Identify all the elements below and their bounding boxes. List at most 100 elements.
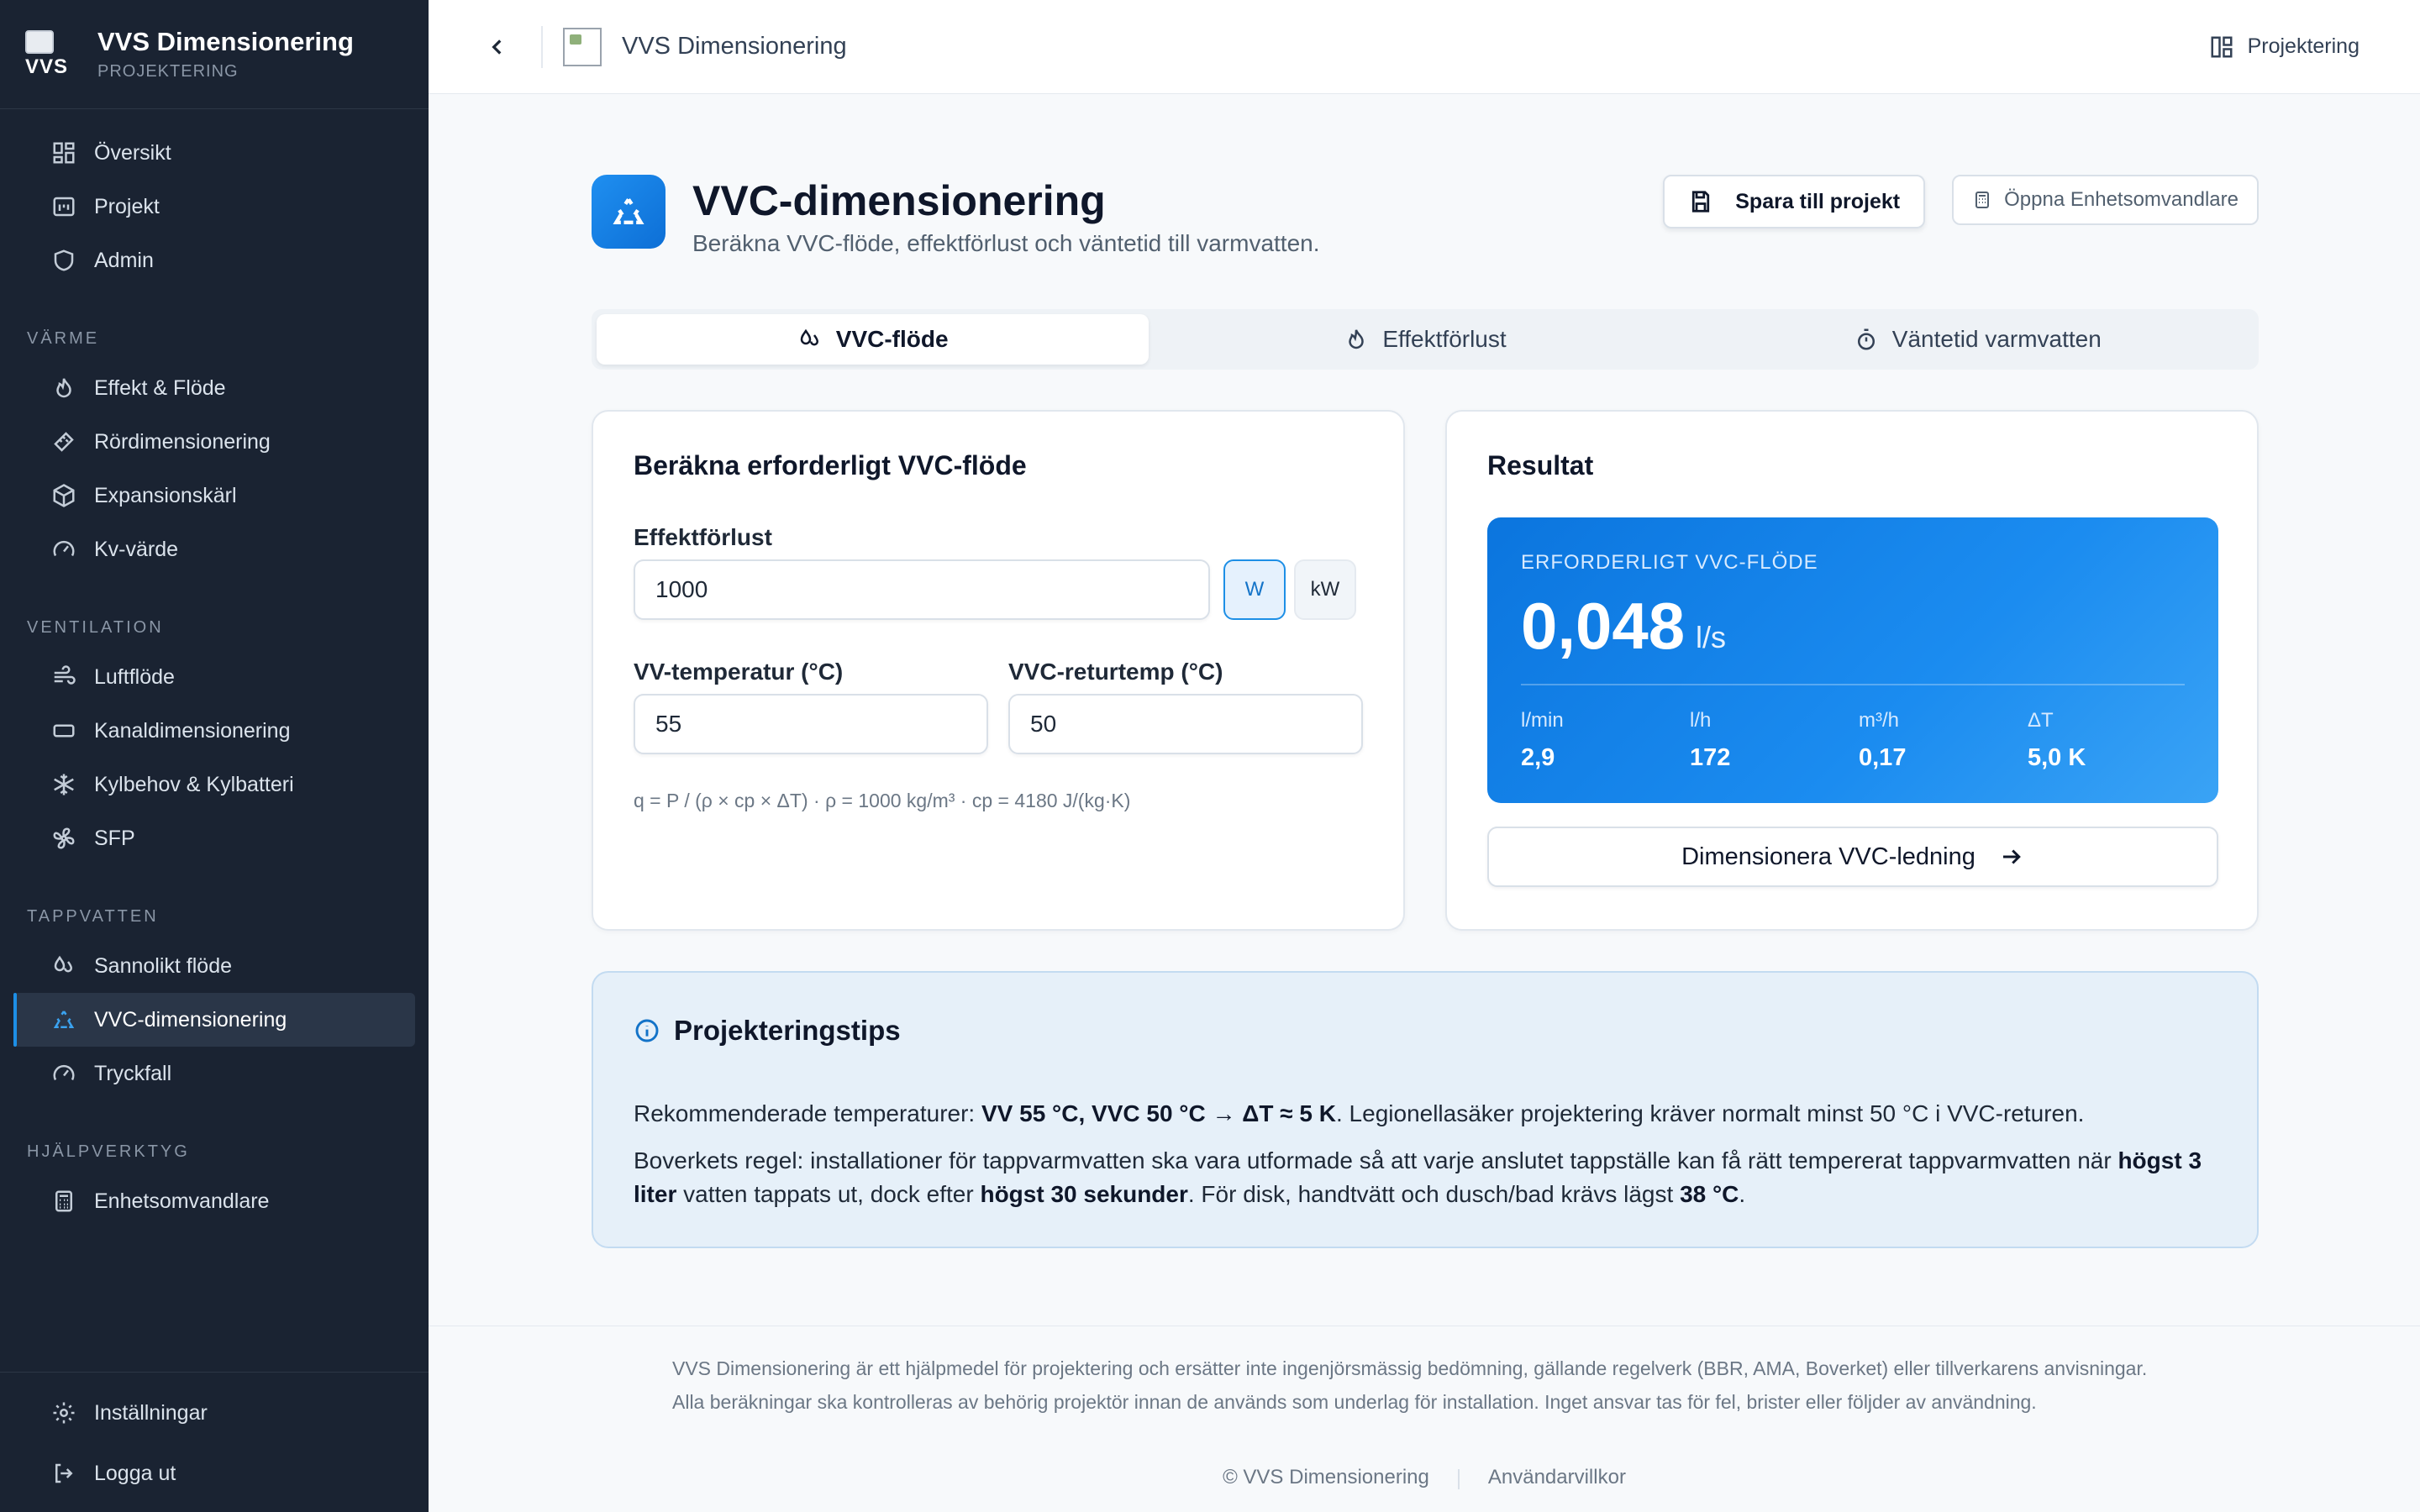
layout-icon: [2211, 36, 2233, 57]
tab-effektforlust[interactable]: Effektförlust: [1149, 314, 1701, 365]
effekt-input[interactable]: 1000: [634, 559, 1210, 620]
formula-text: q = P / (ρ × cp × ΔT) · ρ = 1000 kg/m³ ·…: [634, 790, 1131, 811]
sidebar-item-label: Logga ut: [94, 1461, 176, 1485]
vvc-temp-input[interactable]: 50: [1008, 694, 1363, 754]
logo-image-icon: [25, 29, 54, 54]
vv-temp-label: VV-temperatur (°C): [634, 659, 844, 685]
sidebar-item-label: Inställningar: [94, 1400, 208, 1425]
sidebar: VVS VVS Dimensionering PROJEKTERING Över…: [0, 0, 429, 1512]
snowflake-icon: [50, 771, 77, 798]
fan-icon: [50, 825, 77, 852]
sidebar-nav: Översikt Projekt Admin VÄRME Effekt & Fl…: [0, 109, 429, 1228]
sidebar-item-oversikt[interactable]: Översikt: [13, 126, 415, 180]
section-title-ventilation: VENTILATION: [27, 618, 164, 637]
page-title: VVC-dimensionering: [692, 177, 1106, 224]
main-content: VVC-dimensionering Beräkna VVC-flöde, ef…: [592, 173, 2259, 1248]
broken-image-icon: [563, 27, 602, 66]
stat-delta-t: ΔT 5,0 K: [2028, 709, 2086, 772]
sidebar-item-admin[interactable]: Admin: [13, 234, 415, 287]
tab-label: VVC-flöde: [835, 326, 949, 352]
tips-paragraph-1: Rekommenderade temperaturer: VV 55 °C, V…: [634, 1097, 2217, 1131]
tab-label: Effektförlust: [1382, 326, 1507, 352]
back-button[interactable]: [479, 29, 516, 66]
projektering-link[interactable]: Projektering: [2209, 34, 2360, 60]
open-converter-button[interactable]: Öppna Enhetsomvandlare: [1952, 175, 2259, 225]
result-unit: l/s: [1696, 620, 1726, 654]
tips-header: Projekteringstips: [634, 1015, 901, 1047]
sidebar-item-logga-ut[interactable]: Logga ut: [13, 1443, 415, 1504]
copyright-text: © VVS Dimensionering: [1223, 1466, 1429, 1488]
page-subtitle: Beräkna VVC-flöde, effektförlust och vän…: [692, 230, 1320, 256]
result-panel: ERFORDERLIGT VVC-FLÖDE 0,048 l/s l/min 2…: [1487, 517, 2218, 803]
tips-panel: Projekteringstips Rekommenderade tempera…: [592, 971, 2259, 1248]
tips-bold: högst 30 sekunder: [980, 1181, 1188, 1207]
sidebar-item-rordimensionering[interactable]: Rördimensionering: [13, 415, 415, 469]
stat-key: ΔT: [2028, 709, 2054, 732]
box-icon: [50, 482, 77, 509]
sidebar-item-vvc-dimensionering[interactable]: VVC-dimensionering: [13, 993, 415, 1047]
sidebar-item-label: SFP: [94, 826, 135, 850]
sidebar-item-expansionskarl[interactable]: Expansionskärl: [13, 469, 415, 522]
unit-w-button[interactable]: W: [1223, 559, 1286, 620]
flame-icon: [1349, 329, 1365, 349]
tab-bar: VVC-flöde Effektförlust Väntetid varmvat…: [592, 309, 2259, 370]
sidebar-item-label: Projekt: [94, 194, 160, 218]
app-subtitle: PROJEKTERING: [97, 62, 239, 81]
terms-link[interactable]: Användarvillkor: [1488, 1466, 1626, 1489]
sidebar-item-label: Tryckfall: [94, 1061, 172, 1085]
chevron-left-icon: [492, 39, 502, 55]
gauge-icon: [50, 1060, 77, 1087]
sidebar-item-sfp[interactable]: SFP: [13, 811, 415, 865]
tips-text: vatten tappats ut, dock efter: [676, 1181, 981, 1207]
footer: VVS Dimensionering är ett hjälpmedel för…: [429, 1326, 2420, 1512]
sidebar-item-kanaldimensionering[interactable]: Kanaldimensionering: [13, 704, 415, 758]
ruler-icon: [50, 428, 77, 455]
calc-card: Beräkna erforderligt VVC-flöde Effektför…: [592, 410, 1405, 931]
calc-card-title: Beräkna erforderligt VVC-flöde: [634, 450, 1027, 480]
stat-key: m³/h: [1859, 709, 1899, 732]
section-title-hjalpverktyg: HJÄLPVERKTYG: [27, 1142, 190, 1161]
dimension-vvc-button[interactable]: Dimensionera VVC-ledning: [1487, 827, 2218, 887]
recycle-icon: [592, 175, 666, 249]
wind-icon: [50, 664, 77, 690]
tab-vantetid[interactable]: Väntetid varmvatten: [1702, 314, 2254, 365]
sidebar-item-label: Luftflöde: [94, 664, 175, 689]
tips-text: . För disk, handtvätt och dusch/bad kräv…: [1187, 1181, 1681, 1207]
dimension-button-label: Dimensionera VVC-ledning: [1681, 843, 1975, 870]
sidebar-item-sannolikt-flode[interactable]: Sannolikt flöde: [13, 939, 415, 993]
brand[interactable]: VVS VVS Dimensionering PROJEKTERING: [0, 0, 429, 109]
tab-vvc-flode[interactable]: VVC-flöde: [597, 314, 1150, 365]
save-to-project-button[interactable]: Spara till projekt: [1663, 175, 1926, 228]
sidebar-item-effekt-flode[interactable]: Effekt & Flöde: [13, 361, 415, 415]
sidebar-item-installningar[interactable]: Inställningar: [13, 1383, 415, 1443]
unit-kw-button[interactable]: kW: [1294, 559, 1356, 620]
timer-icon: [1857, 328, 1875, 350]
save-label: Spara till projekt: [1735, 189, 1901, 213]
droplets-icon: [800, 328, 818, 346]
sidebar-item-enhetsomvandlare[interactable]: Enhetsomvandlare: [13, 1174, 415, 1228]
stat-value: 0,17: [1859, 744, 1907, 771]
sidebar-item-tryckfall[interactable]: Tryckfall: [13, 1047, 415, 1100]
sidebar-item-label: Effekt & Flöde: [94, 375, 226, 400]
sidebar-item-label: Sannolikt flöde: [94, 953, 233, 978]
sidebar-bottom: Inställningar Logga ut: [0, 1372, 429, 1512]
tips-bold: VV 55 °C, VVC 50 °C → ΔT ≈ 5 K: [981, 1100, 1336, 1126]
converter-label: Öppna Enhetsomvandlare: [2004, 188, 2238, 211]
app-logo: VVS: [25, 29, 76, 80]
gauge-icon: [50, 536, 77, 563]
sidebar-item-luftflode[interactable]: Luftflöde: [13, 650, 415, 704]
footer-disclaimer: VVS Dimensionering är ett hjälpmedel för…: [672, 1357, 2148, 1413]
page-header: VVC-dimensionering Beräkna VVC-flöde, ef…: [592, 173, 2259, 269]
stat-value: 172: [1690, 744, 1731, 771]
sidebar-item-kylbehov[interactable]: Kylbehov & Kylbatteri: [13, 758, 415, 811]
app-title: VVS Dimensionering: [97, 27, 354, 56]
vv-temp-input[interactable]: 55: [634, 694, 988, 754]
sidebar-item-label: Admin: [94, 248, 154, 272]
duct-icon: [50, 717, 77, 744]
calculator-icon: [1975, 192, 1990, 208]
stat-m3-h: m³/h 0,17: [1859, 709, 1906, 772]
sidebar-item-kv-varde[interactable]: Kv-värde: [13, 522, 415, 576]
stat-key: l/h: [1690, 709, 1712, 732]
sidebar-item-projekt[interactable]: Projekt: [13, 180, 415, 234]
projektering-label: Projektering: [2247, 34, 2360, 58]
